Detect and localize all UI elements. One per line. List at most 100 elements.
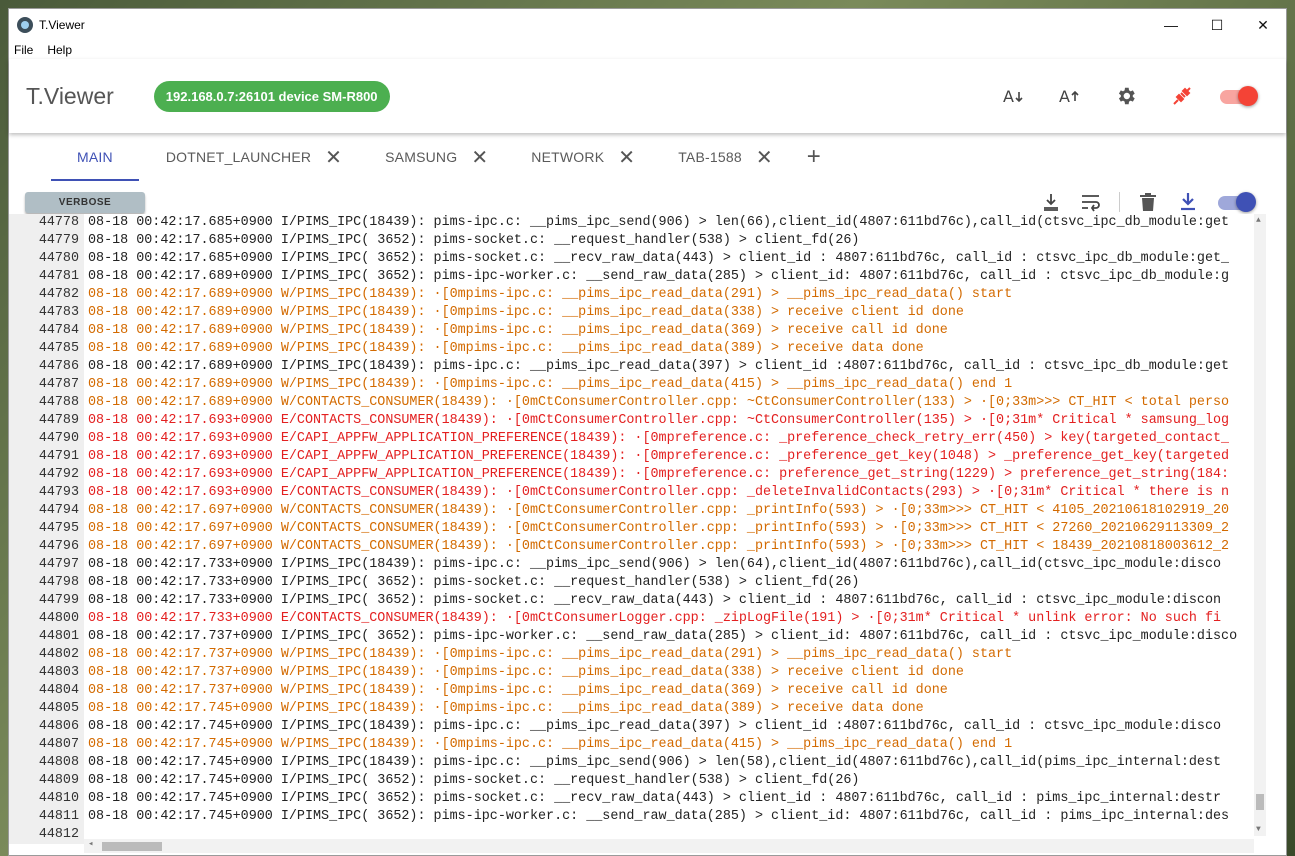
divider: [1119, 192, 1120, 212]
line-number: 44812: [9, 826, 84, 844]
close-tab-icon[interactable]: ✕: [618, 145, 635, 170]
log-text: 08-18 00:42:17.733+0900 E/CONTACTS_CONSU…: [88, 611, 1222, 626]
log-text: 08-18 00:42:17.685+0900 I/PIMS_IPC( 3652…: [88, 233, 860, 248]
tab-bar: MAIN DOTNET_LAUNCHER ✕ SAMSUNG ✕ NETWORK ✕ …: [9, 133, 1286, 181]
device-chip[interactable]: 192.168.0.7:26101 device SM-R800: [153, 80, 390, 112]
log-text: 08-18 00:42:17.693+0900 E/CAPI_APPFW_APP…: [88, 431, 1230, 446]
log-text: 08-18 00:42:17.697+0900 W/CONTACTS_CONSU…: [88, 539, 1230, 554]
log-line: 44801 08-18 00:42:17.737+0900 I/PIMS_IPC(…: [9, 628, 1256, 646]
log-line: 44795 08-18 00:42:17.697+0900 W/CONTACTS_…: [9, 520, 1256, 538]
line-number: 44805: [9, 700, 84, 718]
line-number: 44792: [9, 466, 84, 484]
menu-bar: File Help: [9, 41, 1286, 59]
log-line: 44800 08-18 00:42:17.733+0900 E/CONTACTS_…: [9, 610, 1256, 628]
log-text: 08-18 00:42:17.745+0900 I/PIMS_IPC( 3652…: [88, 791, 1222, 806]
line-number: 44811: [9, 808, 84, 826]
log-text: 08-18 00:42:17.685+0900 I/PIMS_IPC( 3652…: [88, 251, 1230, 266]
connection-toggle[interactable]: [1220, 86, 1260, 106]
log-line: 44781 08-18 00:42:17.689+0900 I/PIMS_IPC(…: [9, 268, 1256, 286]
log-line: 44799 08-18 00:42:17.733+0900 I/PIMS_IPC(…: [9, 592, 1256, 610]
log-line: 44808 08-18 00:42:17.745+0900 I/PIMS_IPC(…: [9, 754, 1256, 772]
app-logo-icon: [17, 17, 33, 33]
font-increase-icon[interactable]: A: [1042, 76, 1098, 116]
log-lines: 44778 08-18 00:42:17.685+0900 I/PIMS_IPC(…: [9, 214, 1256, 844]
log-view[interactable]: 44778 08-18 00:42:17.685+0900 I/PIMS_IPC(…: [9, 214, 1286, 855]
disconnect-plug-icon[interactable]: [1154, 76, 1210, 116]
scroll-thumb[interactable]: [102, 842, 162, 851]
tab-label: DOTNET_LAUNCHER: [165, 149, 312, 165]
log-text: 08-18 00:42:17.689+0900 W/CONTACTS_CONSU…: [88, 395, 1230, 410]
font-decrease-icon[interactable]: A: [986, 76, 1042, 116]
tab-label: MAIN: [77, 149, 113, 165]
add-tab-icon[interactable]: +: [807, 143, 821, 171]
tab-1588[interactable]: TAB-1588 ✕: [651, 133, 789, 181]
log-text: 08-18 00:42:17.697+0900 W/CONTACTS_CONSU…: [88, 503, 1230, 518]
log-line: 44780 08-18 00:42:17.685+0900 I/PIMS_IPC(…: [9, 250, 1256, 268]
log-line: 44804 08-18 00:42:17.737+0900 W/PIMS_IPC(…: [9, 682, 1256, 700]
horizontal-scrollbar[interactable]: ◂: [84, 839, 1254, 853]
scroll-left-arrow-icon[interactable]: ◂: [88, 839, 93, 849]
log-text: 08-18 00:42:17.689+0900 W/PIMS_IPC(18439…: [88, 305, 964, 320]
log-line: 44778 08-18 00:42:17.685+0900 I/PIMS_IPC(…: [9, 214, 1256, 232]
line-number: 44810: [9, 790, 84, 808]
line-number: 44798: [9, 574, 84, 592]
log-line: 44779 08-18 00:42:17.685+0900 I/PIMS_IPC(…: [9, 232, 1256, 250]
line-number: 44791: [9, 448, 84, 466]
scroll-up-arrow-icon[interactable]: ▲: [1256, 216, 1261, 225]
log-text: 08-18 00:42:17.689+0900 W/PIMS_IPC(18439…: [88, 323, 948, 338]
verbose-level-button[interactable]: VERBOSE: [25, 191, 145, 213]
appbar-actions: A A: [986, 76, 1286, 116]
log-text: 08-18 00:42:17.689+0900 W/PIMS_IPC(18439…: [88, 341, 924, 356]
tab-dotnet-launcher[interactable]: DOTNET_LAUNCHER ✕: [139, 133, 358, 181]
svg-text:A: A: [1003, 87, 1014, 106]
log-text: 08-18 00:42:17.693+0900 E/CAPI_APPFW_APP…: [88, 449, 1230, 464]
scroll-down-arrow-icon[interactable]: ▼: [1256, 825, 1261, 834]
tab-main[interactable]: MAIN: [51, 133, 139, 181]
line-number: 44782: [9, 286, 84, 304]
settings-gear-icon[interactable]: [1098, 76, 1154, 116]
log-line: 44788 08-18 00:42:17.689+0900 W/CONTACTS_…: [9, 394, 1256, 412]
log-text: 08-18 00:42:17.737+0900 W/PIMS_IPC(18439…: [88, 683, 948, 698]
line-number: 44799: [9, 592, 84, 610]
line-number: 44778: [9, 214, 84, 232]
menu-help[interactable]: Help: [47, 43, 72, 57]
log-text: 08-18 00:42:17.693+0900 E/CONTACTS_CONSU…: [88, 485, 1230, 500]
log-text: 08-18 00:42:17.745+0900 W/PIMS_IPC(18439…: [88, 737, 1013, 752]
app-name: T.Viewer: [26, 82, 114, 109]
tab-network[interactable]: NETWORK ✕: [504, 133, 651, 181]
log-line: 44792 08-18 00:42:17.693+0900 E/CAPI_APPF…: [9, 466, 1256, 484]
scroll-thumb[interactable]: [1256, 794, 1264, 810]
log-line: 44793 08-18 00:42:17.693+0900 E/CONTACTS_…: [9, 484, 1256, 502]
tab-samsung[interactable]: SAMSUNG ✕: [358, 133, 504, 181]
svg-text:A: A: [1059, 87, 1070, 106]
log-line: 44807 08-18 00:42:17.745+0900 W/PIMS_IPC(…: [9, 736, 1256, 754]
menu-file[interactable]: File: [14, 43, 33, 57]
log-line: 44810 08-18 00:42:17.745+0900 I/PIMS_IPC(…: [9, 790, 1256, 808]
log-text: 08-18 00:42:17.737+0900 W/PIMS_IPC(18439…: [88, 647, 1013, 662]
log-text: 08-18 00:42:17.737+0900 W/PIMS_IPC(18439…: [88, 665, 964, 680]
maximize-button[interactable]: ☐: [1194, 9, 1240, 41]
line-number: 44796: [9, 538, 84, 556]
close-tab-icon[interactable]: ✕: [471, 145, 488, 170]
line-number: 44797: [9, 556, 84, 574]
line-number: 44787: [9, 376, 84, 394]
close-tab-icon[interactable]: ✕: [756, 145, 773, 170]
log-line: 44785 08-18 00:42:17.689+0900 W/PIMS_IPC(…: [9, 340, 1256, 358]
log-text: 08-18 00:42:17.697+0900 W/CONTACTS_CONSU…: [88, 521, 1230, 536]
log-line: 44791 08-18 00:42:17.693+0900 E/CAPI_APPF…: [9, 448, 1256, 466]
close-tab-icon[interactable]: ✕: [325, 145, 342, 170]
line-number: 44783: [9, 304, 84, 322]
log-line: 44806 08-18 00:42:17.745+0900 I/PIMS_IPC(…: [9, 718, 1256, 736]
vertical-scrollbar[interactable]: ▲ ▼: [1254, 214, 1266, 836]
minimize-button[interactable]: —: [1148, 9, 1194, 41]
log-line: 44789 08-18 00:42:17.693+0900 E/CONTACTS_…: [9, 412, 1256, 430]
log-text: 08-18 00:42:17.745+0900 W/PIMS_IPC(18439…: [88, 701, 924, 716]
log-text: 08-18 00:42:17.745+0900 I/PIMS_IPC( 3652…: [88, 809, 1230, 824]
log-line: 44787 08-18 00:42:17.689+0900 W/PIMS_IPC(…: [9, 376, 1256, 394]
log-line: 44811 08-18 00:42:17.745+0900 I/PIMS_IPC(…: [9, 808, 1256, 826]
log-line: 44782 08-18 00:42:17.689+0900 W/PIMS_IPC(…: [9, 286, 1256, 304]
app-window: T.Viewer — ☐ ✕ File Help T.Viewer 192.16…: [8, 8, 1287, 856]
auto-scroll-toggle[interactable]: [1218, 192, 1258, 212]
line-number: 44784: [9, 322, 84, 340]
close-window-button[interactable]: ✕: [1240, 9, 1286, 41]
